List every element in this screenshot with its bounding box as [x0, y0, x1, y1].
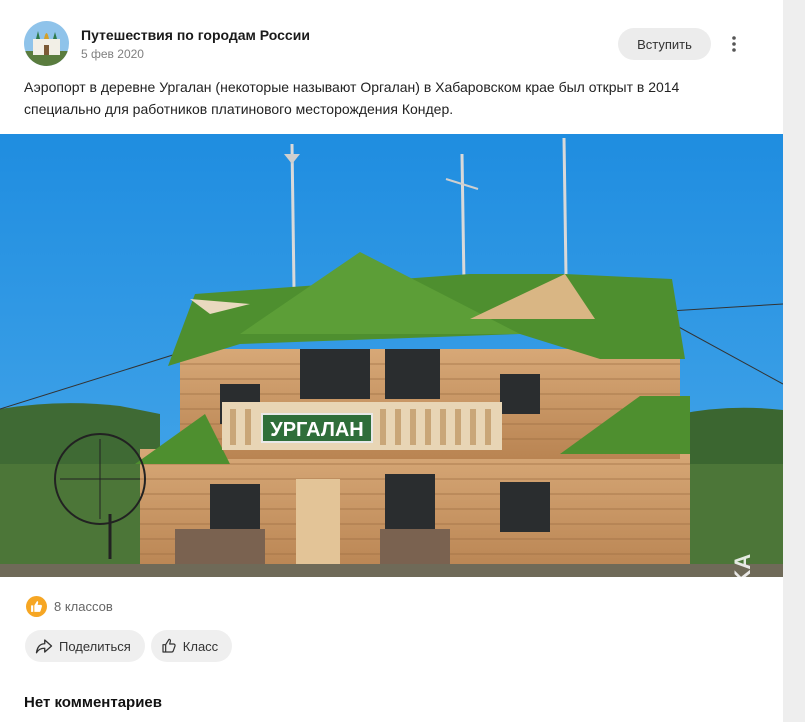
photo-sign-text: УРГАЛАН — [270, 419, 363, 441]
more-options-icon[interactable] — [724, 29, 744, 59]
post-text: Аэропорт в деревне Ургалан (некоторые на… — [24, 76, 764, 120]
post-card: Путешествия по городам России 5 фев 2020… — [0, 0, 783, 722]
page-right-edge — [783, 0, 805, 722]
watermark: FALERISTIKA https://faleristika.info — [722, 520, 778, 700]
post-text-line: специально для работников платинового ме… — [24, 101, 454, 117]
join-button[interactable]: Вступить — [618, 28, 711, 60]
thumbs-up-icon — [162, 638, 176, 653]
reactions-summary[interactable]: 8 классов — [26, 594, 113, 618]
post-actions: Поделиться Класс — [25, 630, 233, 662]
group-name[interactable]: Путешествия по городам России — [81, 27, 310, 43]
post-photo[interactable]: УРГАЛАН — [0, 134, 783, 577]
share-button[interactable]: Поделиться — [25, 630, 145, 662]
like-button[interactable]: Класс — [150, 630, 233, 662]
share-arrow-icon — [35, 639, 53, 654]
reactions-count: 8 классов — [54, 598, 113, 614]
share-button-label: Поделиться — [59, 638, 131, 654]
like-button-label: Класс — [182, 638, 219, 654]
post-date[interactable]: 5 фев 2020 — [81, 47, 144, 61]
watermark-url: https://faleristika.info — [759, 588, 773, 698]
comments-empty-label: Нет комментариев — [24, 694, 162, 711]
group-avatar[interactable] — [24, 21, 69, 66]
post-header: Путешествия по городам России 5 фев 2020… — [24, 21, 759, 67]
post-text-line: Аэропорт в деревне Ургалан (некоторые на… — [24, 79, 680, 95]
watermark-brand: FALERISTIKA — [730, 554, 755, 698]
like-reaction-icon — [26, 595, 47, 617]
